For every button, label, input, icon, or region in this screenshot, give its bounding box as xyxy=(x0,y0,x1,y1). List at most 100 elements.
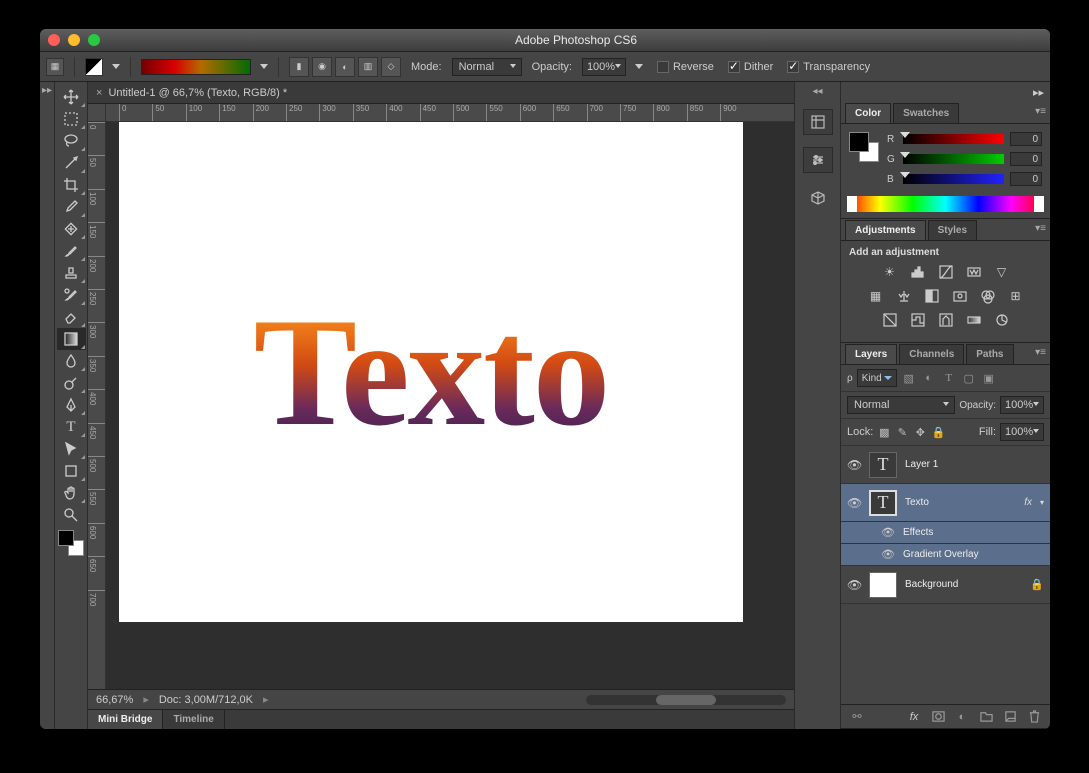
threshold-icon[interactable] xyxy=(937,312,955,328)
adjustments-tab[interactable]: Adjustments xyxy=(845,220,926,240)
g-slider[interactable] xyxy=(903,154,1004,164)
hue-icon[interactable]: ▦ xyxy=(867,288,885,304)
color-spectrum[interactable] xyxy=(847,196,1044,212)
lock-transparency-icon[interactable]: ▩ xyxy=(877,425,891,439)
visibility-toggle[interactable]: 👁 xyxy=(881,548,895,561)
channels-tab[interactable]: Channels xyxy=(899,344,964,364)
zoom-tool[interactable] xyxy=(57,504,86,526)
layers-tab[interactable]: Layers xyxy=(845,344,897,364)
bw-icon[interactable] xyxy=(923,288,941,304)
reflected-gradient-icon[interactable]: ▥ xyxy=(358,57,378,77)
effect-row[interactable]: 👁 Gradient Overlay xyxy=(841,544,1050,566)
gradient-map-icon[interactable] xyxy=(965,312,983,328)
layer-name[interactable]: Texto xyxy=(905,497,1016,508)
r-value[interactable]: 0 xyxy=(1010,132,1042,146)
visibility-toggle[interactable]: 👁 xyxy=(847,458,861,472)
wand-tool[interactable] xyxy=(57,152,86,174)
panel-menu-icon[interactable]: ▾≡ xyxy=(1035,347,1046,358)
color-swatches[interactable] xyxy=(58,530,84,556)
ps-menu-icon[interactable]: ▦ xyxy=(46,58,64,76)
lasso-tool[interactable] xyxy=(57,130,86,152)
radial-gradient-icon[interactable]: ◉ xyxy=(312,57,332,77)
canvas-viewport[interactable]: Texto xyxy=(106,122,794,689)
path-select-tool[interactable] xyxy=(57,438,86,460)
doc-info[interactable]: Doc: 3,00M/712,0K xyxy=(159,694,253,706)
document-tab[interactable]: × Untitled-1 @ 66,7% (Texto, RGB/8) * xyxy=(88,82,794,104)
hand-tool[interactable] xyxy=(57,482,86,504)
eyedropper-tool[interactable] xyxy=(57,196,86,218)
transparency-checkbox[interactable]: Transparency xyxy=(787,61,870,73)
toolbar-collapse[interactable]: ▸▸ xyxy=(40,82,55,729)
selective-icon[interactable] xyxy=(993,312,1011,328)
history-panel-icon[interactable] xyxy=(803,109,833,135)
swatches-tab[interactable]: Swatches xyxy=(893,103,959,123)
blur-tool[interactable] xyxy=(57,350,86,372)
opacity-input[interactable]: 100% xyxy=(582,58,626,76)
close-tab-icon[interactable]: × xyxy=(96,87,102,99)
blend-mode-select[interactable]: Normal xyxy=(847,396,955,414)
chevron-down-icon[interactable] xyxy=(635,64,643,69)
color-tab[interactable]: Color xyxy=(845,103,891,123)
invert-icon[interactable] xyxy=(881,312,899,328)
styles-tab[interactable]: Styles xyxy=(928,220,977,240)
layer-row[interactable]: 👁 T Texto fx ▾ xyxy=(841,484,1050,522)
b-value[interactable]: 0 xyxy=(1010,172,1042,186)
layer-thumbnail[interactable]: T xyxy=(869,490,897,516)
move-tool[interactable] xyxy=(57,86,86,108)
stamp-tool[interactable] xyxy=(57,262,86,284)
eraser-tool[interactable] xyxy=(57,306,86,328)
marquee-tool[interactable] xyxy=(57,108,86,130)
healing-tool[interactable] xyxy=(57,218,86,240)
reverse-checkbox[interactable]: Reverse xyxy=(657,61,714,73)
layer-opacity-input[interactable]: 100% xyxy=(1000,396,1044,414)
visibility-toggle[interactable]: 👁 xyxy=(847,578,861,592)
mini-bridge-tab[interactable]: Mini Bridge xyxy=(88,710,163,729)
ruler-vertical[interactable]: 0501001502002503003504004505005506006507… xyxy=(88,122,106,689)
panel-collapse-icon[interactable]: ▸▸ xyxy=(1033,86,1044,99)
ruler-horizontal[interactable]: 0501001502002503003504004505005506006507… xyxy=(106,104,794,122)
g-value[interactable]: 0 xyxy=(1010,152,1042,166)
lock-all-icon[interactable]: 🔒 xyxy=(931,425,945,439)
effect-row[interactable]: 👁 Effects xyxy=(841,522,1050,544)
layer-name[interactable]: Layer 1 xyxy=(905,459,1044,470)
gradient-preview[interactable] xyxy=(141,59,251,75)
mode-select[interactable]: Normal xyxy=(452,58,522,76)
vibrance-icon[interactable]: ▽ xyxy=(993,264,1011,280)
photo-filter-icon[interactable] xyxy=(951,288,969,304)
filter-type-icon[interactable]: T xyxy=(941,370,957,386)
adjustment-layer-icon[interactable]: ◐ xyxy=(954,709,970,725)
layer-thumbnail[interactable] xyxy=(869,572,897,598)
lock-position-icon[interactable]: ✥ xyxy=(913,425,927,439)
mixer-icon[interactable] xyxy=(979,288,997,304)
panel-menu-icon[interactable]: ▾≡ xyxy=(1035,223,1046,234)
type-tool[interactable]: T xyxy=(57,416,86,438)
crop-tool[interactable] xyxy=(57,174,86,196)
zoom-level[interactable]: 66,67% xyxy=(96,694,133,706)
zoom-button[interactable] xyxy=(88,34,100,46)
layer-thumbnail[interactable]: T xyxy=(869,452,897,478)
angle-gradient-icon[interactable]: ◐ xyxy=(335,57,355,77)
fx-badge[interactable]: fx xyxy=(1024,497,1032,508)
b-slider[interactable] xyxy=(903,174,1004,184)
mask-icon[interactable] xyxy=(930,709,946,725)
filter-adjust-icon[interactable]: ◐ xyxy=(921,370,937,386)
close-button[interactable] xyxy=(48,34,60,46)
fill-input[interactable]: 100% xyxy=(1000,423,1044,441)
history-brush-tool[interactable] xyxy=(57,284,86,306)
minimize-button[interactable] xyxy=(68,34,80,46)
paths-tab[interactable]: Paths xyxy=(966,344,1013,364)
shape-tool[interactable] xyxy=(57,460,86,482)
delete-layer-icon[interactable] xyxy=(1026,709,1042,725)
new-layer-icon[interactable] xyxy=(1002,709,1018,725)
fg-bg-swatch[interactable] xyxy=(849,132,879,162)
filter-kind-select[interactable]: Kind xyxy=(857,369,897,387)
filter-shape-icon[interactable]: ▢ xyxy=(961,370,977,386)
chevron-down-icon[interactable]: ▾ xyxy=(1040,498,1044,507)
levels-icon[interactable] xyxy=(909,264,927,280)
pen-tool[interactable] xyxy=(57,394,86,416)
timeline-tab[interactable]: Timeline xyxy=(163,710,224,729)
visibility-toggle[interactable]: 👁 xyxy=(881,526,895,539)
filter-smart-icon[interactable]: ▣ xyxy=(981,370,997,386)
layer-row[interactable]: 👁 Background 🔒 xyxy=(841,566,1050,604)
linear-gradient-icon[interactable]: ▮ xyxy=(289,57,309,77)
